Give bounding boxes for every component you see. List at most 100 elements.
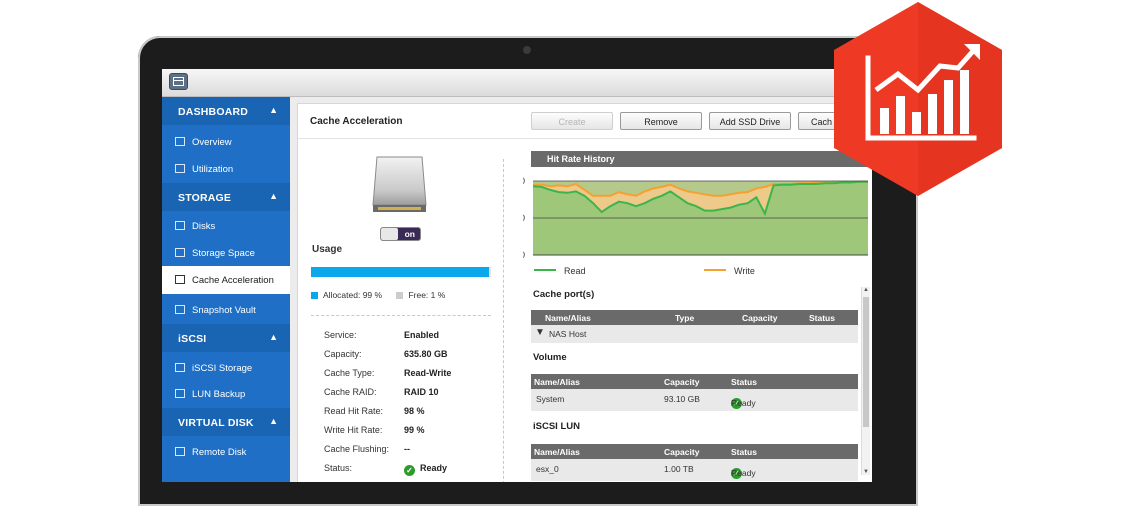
hit-rate-history-header: Hit Rate History <box>531 151 871 167</box>
read-legend-line <box>534 269 556 271</box>
overview-icon <box>175 137 185 146</box>
sidebar-item-label: Cache Acceleration <box>192 275 274 286</box>
sidebar-item-cache-acceleration[interactable]: Cache Acceleration <box>162 266 290 294</box>
chevron-up-icon: ▲ <box>269 191 278 201</box>
info-value: 99 % <box>404 425 425 435</box>
status-text: Ready <box>731 398 756 408</box>
cache-drive-icon <box>175 275 185 284</box>
backup-icon <box>175 389 185 398</box>
app-screen: DASHBOARD ▲ Overview Utilization STORAGE… <box>162 69 872 482</box>
cache-toggle-switch[interactable]: on <box>380 227 421 241</box>
y-tick-label: 100 <box>523 177 525 186</box>
y-tick-label: 50 <box>523 213 525 223</box>
table-row[interactable]: System 93.10 GB ✓ Ready <box>531 389 858 411</box>
analytics-chart-logo <box>834 2 1002 196</box>
info-key: Write Hit Rate: <box>324 425 383 435</box>
scroll-up-icon[interactable]: ▲ <box>863 287 869 293</box>
legend-read: Read <box>534 266 586 276</box>
status-text: Ready <box>731 468 756 478</box>
cache-acceleration-panel: Cache Acceleration Create Remove Add SSD… <box>297 103 872 482</box>
app-menu-icon[interactable] <box>169 73 188 90</box>
sidebar-item-remote-disk[interactable]: Remote Disk <box>162 438 290 466</box>
sidebar-section-storage[interactable]: STORAGE ▲ <box>162 183 290 211</box>
cache-ports-title: Cache port(s) <box>533 289 595 300</box>
add-ssd-drive-button[interactable]: Add SSD Drive <box>709 112 791 130</box>
sidebar-item-overview[interactable]: Overview <box>162 128 290 156</box>
chevron-down-icon[interactable]: ▼ <box>535 327 545 338</box>
sidebar-item-lun-backup[interactable]: LUN Backup <box>162 380 290 408</box>
usage-title: Usage <box>312 244 343 255</box>
sidebar-section-label: iSCSI <box>178 333 207 345</box>
cell-capacity: 1.00 TB <box>664 464 694 474</box>
info-key: Read Hit Rate: <box>324 406 384 416</box>
scrollbar-thumb[interactable] <box>863 297 869 427</box>
free-label: Free: 1 % <box>408 290 446 300</box>
sidebar-item-label: Utilization <box>192 164 234 175</box>
snapshot-icon <box>175 305 185 314</box>
sidebar-item-iscsi-storage[interactable]: iSCSI Storage <box>162 354 290 382</box>
cell-name: NAS Host <box>549 329 587 339</box>
ssd-drive-icon <box>372 156 427 212</box>
table-row[interactable]: ▼ NAS Host <box>531 325 858 343</box>
sidebar-section-label: STORAGE <box>178 192 232 204</box>
scroll-down-icon[interactable]: ▼ <box>863 469 869 475</box>
status-value: ✓ Ready <box>404 463 447 476</box>
sidebar-item-snapshot-vault[interactable]: Snapshot Vault <box>162 296 290 324</box>
sidebar-section-label: VIRTUAL DISK <box>178 417 254 429</box>
info-value: Read-Write <box>404 368 452 378</box>
chevron-up-icon: ▲ <box>269 416 278 426</box>
info-key: Cache RAID: <box>324 387 377 397</box>
sidebar-item-storage-space[interactable]: Storage Space <box>162 239 290 267</box>
allocated-swatch <box>311 292 318 299</box>
info-key: Cache Flushing: <box>324 444 390 454</box>
info-value: Enabled <box>404 330 440 340</box>
page-title: Cache Acceleration <box>310 116 403 127</box>
cell-name: System <box>536 394 565 404</box>
legend-write: Write <box>704 266 755 276</box>
column-header: Status <box>731 377 757 387</box>
sidebar-item-label: Storage Space <box>192 248 255 259</box>
column-header: Capacity <box>664 447 700 457</box>
tables-scrollbar[interactable]: ▲ ▼ <box>861 287 870 475</box>
free-swatch <box>396 292 404 299</box>
sidebar-item-disks[interactable]: Disks <box>162 212 290 240</box>
toggle-knob <box>381 228 398 240</box>
write-legend-line <box>704 269 726 271</box>
webcam <box>523 46 531 54</box>
volume-title: Volume <box>533 352 567 363</box>
remove-button[interactable]: Remove <box>620 112 702 130</box>
chart-title: Hit Rate History <box>547 154 615 164</box>
info-value: 98 % <box>404 406 425 416</box>
info-key: Service: <box>324 330 357 340</box>
iscsi-icon <box>175 363 185 372</box>
iscsi-lun-header: Name/Alias Capacity Status <box>531 444 858 459</box>
remote-disk-icon <box>175 447 185 456</box>
sidebar-item-utilization[interactable]: Utilization <box>162 155 290 183</box>
info-value: -- <box>404 444 410 454</box>
column-header: Capacity <box>664 377 700 387</box>
info-key: Cache Type: <box>324 368 375 378</box>
chevron-up-icon: ▲ <box>269 332 278 342</box>
chevron-up-icon: ▲ <box>269 105 278 115</box>
divider <box>311 315 491 316</box>
table-row[interactable]: esx_0 1.00 TB ✓ Ready <box>531 459 858 481</box>
column-header: Name/Alias <box>545 313 591 323</box>
sidebar-section-label: DASHBOARD <box>178 106 249 118</box>
y-tick-label: 0 <box>523 250 525 260</box>
check-circle-icon: ✓ <box>404 465 415 476</box>
disk-icon <box>175 221 185 230</box>
info-key: Status: <box>324 463 353 473</box>
column-header: Name/Alias <box>534 377 580 387</box>
sidebar-item-label: Snapshot Vault <box>192 305 256 316</box>
volume-header: Name/Alias Capacity Status <box>531 374 858 389</box>
sidebar-section-dashboard[interactable]: DASHBOARD ▲ <box>162 97 290 125</box>
usage-legend: Allocated: 99 % Free: 1 % <box>311 290 445 300</box>
sidebar-item-label: iSCSI Storage <box>192 363 253 374</box>
sidebar-section-iscsi[interactable]: iSCSI ▲ <box>162 324 290 352</box>
sidebar-section-virtual-disk[interactable]: VIRTUAL DISK ▲ <box>162 408 290 436</box>
column-header: Status <box>731 447 757 457</box>
title-divider <box>298 138 872 139</box>
usage-bar-fill <box>311 267 490 277</box>
create-button[interactable]: Create <box>531 112 613 130</box>
allocated-label: Allocated: 99 % <box>323 290 383 300</box>
